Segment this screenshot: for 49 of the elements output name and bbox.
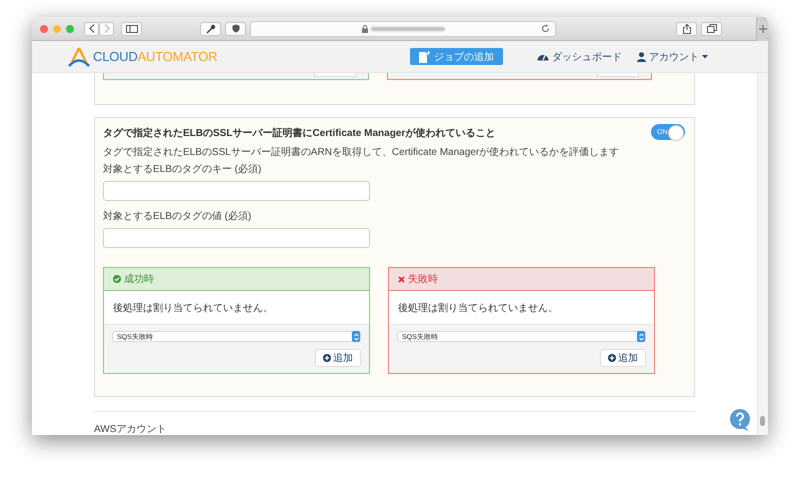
section-label: AWSアカウント: [94, 423, 168, 435]
shield-icon: [232, 24, 240, 33]
plus-circle-icon: [323, 354, 331, 362]
caret-icon: [702, 54, 708, 58]
logo-icon: [68, 46, 90, 66]
sidebar-button[interactable]: [121, 22, 142, 36]
logo-text: CLOUDAUTOMATOR: [93, 49, 218, 64]
sidebar-icon: [126, 24, 138, 32]
user-icon: [637, 52, 646, 62]
chevron-left-icon: [88, 24, 94, 33]
panel-heading: 成功時: [124, 272, 154, 286]
share-icon: [682, 24, 690, 34]
panel-message: 後処理は割り当てられていません。: [398, 302, 558, 314]
dashboard-link[interactable]: ダッシュボード: [537, 50, 622, 64]
tabs-button[interactable]: [701, 22, 722, 36]
chevron-right-icon: [104, 24, 110, 33]
field-label: 対象とするELBのタグのキー (必須): [103, 162, 262, 176]
new-tab-button[interactable]: [756, 17, 768, 40]
address-field[interactable]: [250, 20, 556, 36]
back-button[interactable]: [84, 22, 99, 36]
input-field[interactable]: [103, 181, 370, 201]
panel-heading: 失敗時: [408, 272, 438, 286]
share-button[interactable]: [676, 22, 697, 36]
account-menu[interactable]: アカウント: [637, 50, 708, 64]
maximize-icon[interactable]: [66, 24, 74, 32]
field-label: 対象とするELBのタグの値 (必須): [103, 210, 252, 223]
shield-button[interactable]: [225, 22, 246, 36]
panel-message: 後処理は割り当てられていません。: [113, 302, 273, 314]
tabs-icon: [706, 24, 716, 33]
key-icon: [206, 24, 216, 34]
document-plus-icon: [419, 50, 430, 62]
close-icon[interactable]: [40, 24, 48, 32]
lock-icon: [362, 24, 368, 32]
help-icon[interactable]: [729, 408, 751, 432]
input-field[interactable]: [103, 228, 370, 248]
reload-icon[interactable]: [541, 24, 550, 32]
cross-icon: [398, 276, 405, 282]
stepper-icon: [354, 332, 358, 340]
key-button[interactable]: [200, 22, 221, 36]
stepper-icon: [638, 332, 644, 340]
plus-icon: [758, 24, 766, 32]
scrollbar-thumb[interactable]: [760, 416, 765, 426]
gauge-icon: [537, 52, 549, 61]
add-button[interactable]: 追加: [315, 349, 361, 367]
add-button[interactable]: 追加: [600, 349, 646, 367]
rule-description: タグで指定されたELBのSSLサーバー証明書のARNを取得して、Certificate Managerが使われているかを評価します: [103, 146, 620, 159]
plus-circle-icon: [608, 354, 616, 362]
rule-title: タグで指定されたELBのSSLサーバー証明書にCertificate Managerが使われていること: [103, 126, 496, 140]
check-circle-icon: [113, 275, 121, 283]
